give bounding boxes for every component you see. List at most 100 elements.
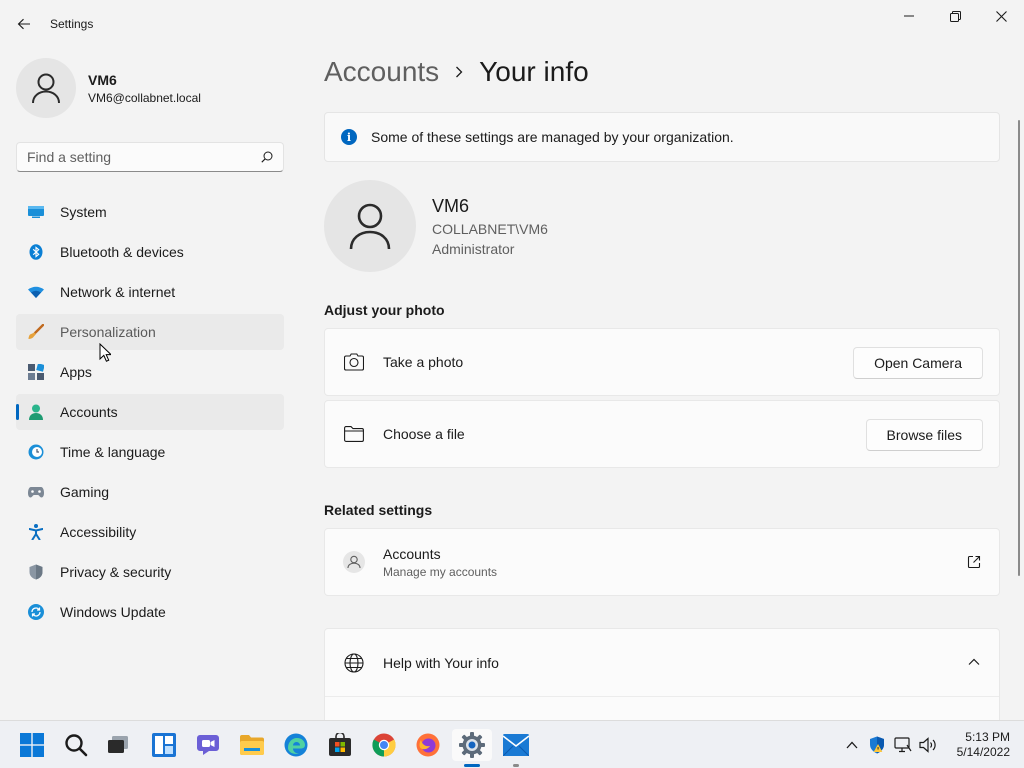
sidebar-item-label: Privacy & security (60, 564, 172, 580)
taskbar-widgets[interactable] (144, 729, 184, 761)
sidebar-item-gaming[interactable]: Gaming (16, 474, 284, 510)
globe-icon (343, 652, 365, 674)
apps-icon (28, 364, 44, 380)
taskbar-chat[interactable] (188, 729, 228, 761)
avatar (16, 58, 76, 118)
scrollbar[interactable] (1018, 120, 1020, 576)
firefox-icon (416, 733, 440, 757)
browse-files-button[interactable]: Browse files (865, 419, 983, 451)
sidebar-item-privacy-security[interactable]: Privacy & security (16, 554, 284, 590)
start-icon (20, 733, 44, 757)
chevron-up-icon (965, 653, 983, 671)
minimize-button[interactable] (886, 0, 932, 32)
sidebar-item-label: Apps (60, 364, 92, 380)
chrome-icon (372, 733, 396, 757)
edge-icon (284, 733, 308, 757)
sidebar-item-label: Gaming (60, 484, 110, 500)
sidebar-item-network[interactable]: Network & internet (16, 274, 284, 310)
maximize-icon (949, 10, 961, 22)
sidebar-item-bluetooth[interactable]: Bluetooth & devices (16, 234, 284, 270)
sidebar-item-system[interactable]: System (16, 194, 284, 230)
wifi-icon (28, 284, 44, 300)
search-input[interactable] (27, 149, 261, 165)
close-button[interactable] (978, 0, 1024, 32)
maximize-button[interactable] (932, 0, 978, 32)
taskbar-file-explorer[interactable] (232, 729, 272, 761)
search-icon (261, 151, 273, 163)
sidebar-item-label: Accessibility (60, 524, 137, 540)
sidebar-item-windows-update[interactable]: Windows Update (16, 594, 284, 630)
help-label: Help with Your info (383, 654, 499, 671)
taskbar-edge[interactable] (276, 729, 316, 761)
person-circle-icon (343, 551, 365, 573)
accounts-icon (28, 404, 44, 420)
security-shield-icon[interactable] (864, 736, 890, 754)
taskbar-clock[interactable]: 5:13 PM 5/14/2022 (946, 730, 1010, 760)
sidebar-item-label: Bluetooth & devices (60, 244, 184, 260)
sidebar-item-time-language[interactable]: Time & language (16, 434, 284, 470)
accounts-link-label: Accounts (383, 545, 441, 562)
title-bar: Settings (0, 0, 1024, 48)
taskbar-store[interactable] (320, 729, 360, 761)
taskbar-firefox[interactable] (408, 729, 448, 761)
choose-file-card: Choose a file Browse files (324, 400, 1000, 468)
chevron-right-icon (455, 66, 463, 78)
accessibility-icon (28, 524, 44, 540)
back-arrow-icon (17, 18, 30, 30)
running-indicator (513, 764, 519, 767)
taskbar-start[interactable] (12, 729, 52, 761)
search-icon (65, 734, 88, 757)
system-icon (28, 204, 44, 220)
section-title-adjust-photo: Adjust your photo (324, 302, 445, 318)
open-camera-button[interactable]: Open Camera (853, 347, 983, 379)
taskbar-chrome[interactable] (364, 729, 404, 761)
brush-icon (28, 324, 44, 340)
back-button[interactable] (8, 10, 40, 38)
info-icon: i (341, 129, 357, 145)
app-title: Settings (50, 17, 94, 31)
sidebar-item-personalization[interactable]: Personalization (16, 314, 284, 350)
clock-globe-icon (28, 444, 44, 460)
store-icon (329, 733, 351, 756)
page-title: Your info (479, 56, 589, 87)
sidebar-item-label: Personalization (60, 324, 156, 340)
network-monitor-icon[interactable] (890, 737, 916, 753)
mail-icon (503, 734, 529, 756)
chevron-up-icon[interactable] (840, 741, 864, 749)
sidebar-profile[interactable]: VM6 VM6@collabnet.local (16, 58, 201, 118)
settings-window: Settings VM6 VM6@collabnet.local System (0, 0, 1024, 720)
task-view-icon (108, 736, 128, 753)
clock-date: 5/14/2022 (956, 745, 1010, 759)
person-icon (32, 73, 60, 104)
taskbar-search[interactable] (56, 729, 96, 761)
taskbar-task-view[interactable] (98, 729, 138, 761)
taskbar-mail[interactable] (496, 729, 536, 767)
profile-name: VM6 (88, 71, 117, 88)
breadcrumb-parent[interactable]: Accounts (324, 56, 439, 88)
mouse-cursor-icon (99, 343, 111, 362)
volume-icon[interactable] (916, 737, 940, 753)
user-role: Administrator (432, 240, 515, 257)
take-photo-label: Take a photo (383, 354, 464, 370)
camera-icon (343, 351, 365, 373)
sidebar-item-label: System (60, 204, 107, 220)
system-tray (840, 721, 940, 768)
accounts-link-card[interactable]: Accounts Manage my accounts (324, 528, 1000, 596)
help-expander[interactable]: Help with Your info (325, 629, 999, 697)
avatar (324, 180, 416, 272)
profile-email: VM6@collabnet.local (88, 90, 201, 105)
accounts-link-subtitle: Manage my accounts (383, 564, 498, 579)
sidebar-item-accessibility[interactable]: Accessibility (16, 514, 284, 550)
sidebar-nav: System Bluetooth & devices Network & int… (16, 194, 284, 634)
search-box[interactable] (16, 142, 284, 172)
user-name: VM6 (432, 195, 470, 216)
taskbar-settings[interactable] (452, 729, 492, 767)
folder-icon (343, 423, 365, 445)
taskbar: 5:13 PM 5/14/2022 (0, 720, 1024, 768)
sidebar-item-apps[interactable]: Apps (16, 354, 284, 390)
sidebar-item-accounts[interactable]: Accounts (16, 394, 284, 430)
user-account: COLLABNET\VM6 (432, 220, 548, 237)
help-card: Help with Your info (324, 628, 1000, 720)
section-title-related-settings: Related settings (324, 502, 433, 518)
breadcrumb: Accounts Your info (324, 56, 589, 88)
